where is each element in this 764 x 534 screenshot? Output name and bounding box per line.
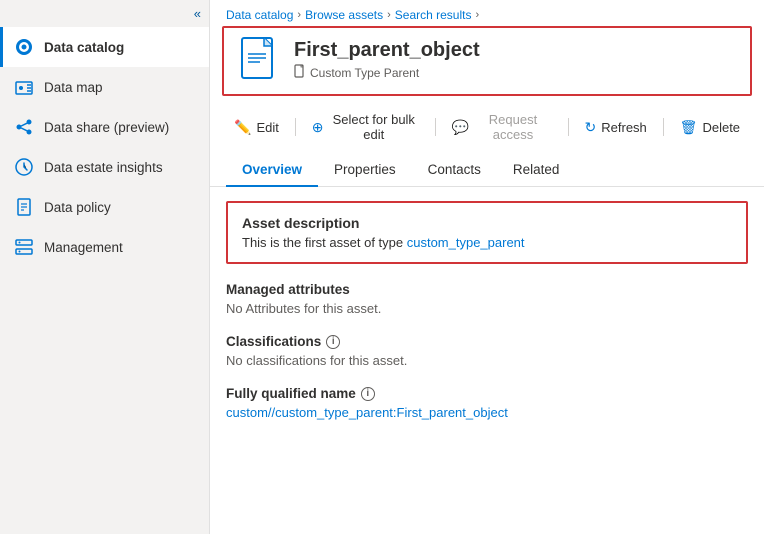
asset-file-icon xyxy=(240,36,282,84)
asset-description-text: This is the first asset of type custom_t… xyxy=(242,235,732,250)
sidebar-item-data-estate-insights-label: Data estate insights xyxy=(44,160,163,175)
select-bulk-edit-button[interactable]: ⊕ Select for bulk edit xyxy=(304,108,427,146)
data-map-icon xyxy=(14,77,34,97)
breadcrumb-sep-1: › xyxy=(297,9,301,21)
data-estate-insights-icon xyxy=(14,157,34,177)
overview-content: Asset description This is the first asse… xyxy=(210,187,764,534)
sidebar: « Data catalog Data map xyxy=(0,0,210,534)
breadcrumb-browse-assets[interactable]: Browse assets xyxy=(305,8,383,22)
action-divider-1 xyxy=(295,118,296,136)
sidebar-item-data-catalog-label: Data catalog xyxy=(44,40,124,55)
asset-title-group: First_parent_object Custom Type Parent xyxy=(294,39,480,81)
refresh-button[interactable]: ↻ Refresh xyxy=(577,115,655,140)
breadcrumb-sep-2: › xyxy=(387,9,391,21)
tabs: Overview Properties Contacts Related xyxy=(210,154,764,187)
sidebar-item-data-policy[interactable]: Data policy xyxy=(0,187,209,227)
sidebar-item-management-label: Management xyxy=(44,240,123,255)
asset-description-box: Asset description This is the first asse… xyxy=(226,201,748,264)
asset-subtitle-icon xyxy=(294,64,306,81)
fully-qualified-name-value: custom//custom_type_parent:First_parent_… xyxy=(226,405,748,420)
sidebar-collapse-button[interactable]: « xyxy=(0,0,209,27)
request-access-icon: 💬 xyxy=(452,119,469,136)
edit-button[interactable]: ✏️ Edit xyxy=(226,115,287,140)
tab-contacts[interactable]: Contacts xyxy=(412,154,497,187)
breadcrumb-sep-3: › xyxy=(475,9,479,21)
action-divider-3 xyxy=(568,118,569,136)
request-access-label: Request access xyxy=(474,112,551,142)
tab-properties[interactable]: Properties xyxy=(318,154,412,187)
fully-qualified-name-section: Fully qualified name i custom//custom_ty… xyxy=(226,386,748,420)
data-policy-icon xyxy=(14,197,34,217)
fully-qualified-name-info-icon[interactable]: i xyxy=(361,387,375,401)
managed-attributes-section: Managed attributes No Attributes for thi… xyxy=(226,282,748,316)
managed-attributes-empty: No Attributes for this asset. xyxy=(226,301,748,316)
classifications-title: Classifications i xyxy=(226,334,748,349)
sidebar-item-data-map-label: Data map xyxy=(44,80,103,95)
asset-subtitle-text: Custom Type Parent xyxy=(310,66,419,80)
breadcrumb-data-catalog[interactable]: Data catalog xyxy=(226,8,293,22)
edit-label: Edit xyxy=(256,120,278,135)
sidebar-item-management[interactable]: Management xyxy=(0,227,209,267)
tab-related[interactable]: Related xyxy=(497,154,576,187)
main-content: Data catalog › Browse assets › Search re… xyxy=(210,0,764,534)
asset-title: First_parent_object xyxy=(294,39,480,62)
breadcrumb-search-results[interactable]: Search results xyxy=(395,8,472,22)
tab-overview[interactable]: Overview xyxy=(226,154,318,187)
action-divider-2 xyxy=(435,118,436,136)
asset-header: First_parent_object Custom Type Parent xyxy=(222,26,752,96)
edit-icon: ✏️ xyxy=(234,119,251,136)
sidebar-item-data-map[interactable]: Data map xyxy=(0,67,209,107)
classifications-empty: No classifications for this asset. xyxy=(226,353,748,368)
data-catalog-icon xyxy=(14,37,34,57)
delete-button[interactable]: 🗑 Delete xyxy=(672,115,748,140)
management-icon xyxy=(14,237,34,257)
data-share-icon xyxy=(14,117,34,137)
action-divider-4 xyxy=(663,118,664,136)
select-bulk-edit-label: Select for bulk edit xyxy=(328,112,419,142)
delete-label: Delete xyxy=(702,120,740,135)
classifications-section: Classifications i No classifications for… xyxy=(226,334,748,368)
asset-description-title: Asset description xyxy=(242,215,732,231)
managed-attributes-title: Managed attributes xyxy=(226,282,748,297)
fully-qualified-name-title: Fully qualified name i xyxy=(226,386,748,401)
action-bar: ✏️ Edit ⊕ Select for bulk edit 💬 Request… xyxy=(210,104,764,154)
select-bulk-edit-icon: ⊕ xyxy=(312,119,324,136)
sidebar-item-data-estate-insights[interactable]: Data estate insights xyxy=(0,147,209,187)
sidebar-item-data-catalog[interactable]: Data catalog xyxy=(0,27,209,67)
delete-icon: 🗑 xyxy=(680,119,698,136)
sidebar-item-data-policy-label: Data policy xyxy=(44,200,111,215)
description-text-prefix: This is the first asset of type xyxy=(242,235,407,250)
breadcrumb: Data catalog › Browse assets › Search re… xyxy=(210,0,764,26)
classifications-info-icon[interactable]: i xyxy=(326,335,340,349)
asset-subtitle: Custom Type Parent xyxy=(294,64,480,81)
refresh-icon: ↻ xyxy=(585,119,597,136)
refresh-label: Refresh xyxy=(601,120,647,135)
request-access-button[interactable]: 💬 Request access xyxy=(444,108,560,146)
sidebar-item-data-share[interactable]: Data share (preview) xyxy=(0,107,209,147)
description-text-highlight: custom_type_parent xyxy=(407,235,525,250)
sidebar-item-data-share-label: Data share (preview) xyxy=(44,120,169,135)
